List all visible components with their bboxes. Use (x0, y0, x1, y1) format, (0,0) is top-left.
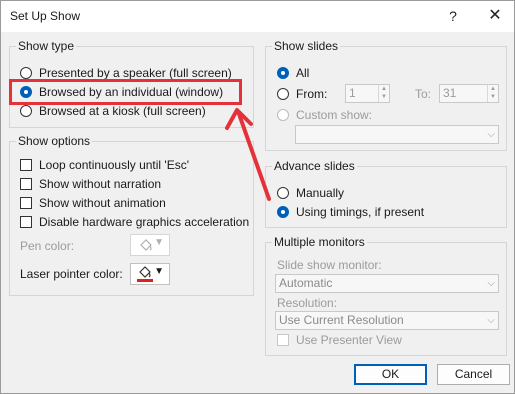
radio-selected-icon[interactable] (277, 206, 289, 218)
checkbox-label: Disable hardware graphics acceleration (39, 215, 250, 229)
to-label: To: (415, 87, 432, 101)
cancel-button[interactable]: Cancel (437, 364, 510, 385)
radio-label: Browsed at a kiosk (full screen) (39, 104, 206, 118)
chevron-down-icon: ⌵ (487, 315, 495, 326)
radio-presented-by-speaker[interactable]: Presented by a speaker (full screen) (20, 66, 232, 80)
checkbox-disable-hw-acceleration[interactable]: Disable hardware graphics acceleration (20, 215, 249, 229)
radio-all-slides[interactable]: All (277, 66, 309, 80)
radio-selected-icon[interactable] (277, 67, 289, 79)
from-slide-value: 1 (349, 86, 356, 100)
show-options-label: Show options (16, 134, 93, 148)
checkbox-label: Show without narration (39, 177, 162, 191)
resolution-value: Use Current Resolution (279, 313, 404, 327)
spin-arrows-icon[interactable]: ▲ ▼ (487, 85, 498, 102)
to-slide-input[interactable]: 31 ▲ ▼ (439, 84, 499, 103)
show-type-label: Show type (16, 39, 77, 53)
checkbox-without-narration[interactable]: Show without narration (20, 177, 161, 191)
close-icon[interactable]: ✕ (481, 5, 509, 27)
spin-arrows-icon[interactable]: ▲ ▼ (378, 85, 389, 102)
resolution-select[interactable]: Use Current Resolution ⌵ (275, 311, 499, 330)
checkbox-without-animation[interactable]: Show without animation (20, 196, 166, 210)
advance-slides-label: Advance slides (272, 159, 357, 173)
from-slide-input[interactable]: 1 ▲ ▼ (345, 84, 390, 103)
radio-icon[interactable] (277, 88, 289, 100)
checkbox-icon[interactable] (20, 216, 32, 228)
pen-color-label: Pen color: (20, 239, 75, 253)
radio-icon[interactable] (20, 105, 32, 117)
annotation-arrow-icon (225, 108, 271, 201)
checkbox-icon[interactable] (277, 334, 289, 346)
laser-pointer-color-picker[interactable]: ▼ (130, 263, 170, 285)
checkbox-label: Show without animation (39, 196, 166, 210)
chevron-down-icon: ▼ (154, 266, 164, 277)
radio-label: Manually (296, 186, 345, 200)
checkbox-icon[interactable] (20, 178, 32, 190)
show-slides-label: Show slides (272, 39, 341, 53)
checkbox-label: Loop continuously until 'Esc' (39, 158, 190, 172)
pen-color-picker[interactable]: ▼ (130, 234, 170, 256)
help-icon[interactable]: ? (439, 5, 467, 27)
multiple-monitors-label: Multiple monitors (272, 235, 367, 249)
slide-show-monitor-label: Slide show monitor: (277, 258, 382, 272)
radio-label: Custom show: (296, 108, 373, 122)
radio-label: All (296, 66, 310, 80)
custom-show-select[interactable]: ⌵ (295, 125, 499, 144)
slide-show-monitor-select[interactable]: Automatic ⌵ (275, 274, 499, 293)
dialog-title: Set Up Show (10, 9, 81, 23)
set-up-show-dialog: Set Up Show ? ✕ Show type Presented by a… (0, 0, 515, 394)
radio-using-timings[interactable]: Using timings, if present (277, 205, 424, 219)
ok-button[interactable]: OK (354, 364, 427, 385)
slide-show-monitor-value: Automatic (279, 276, 333, 290)
chevron-down-icon: ⌵ (487, 278, 495, 289)
checkbox-icon[interactable] (20, 197, 32, 209)
radio-label: From: (296, 87, 328, 101)
radio-label: Using timings, if present (296, 205, 425, 219)
checkbox-label: Use Presenter View (296, 333, 402, 347)
checkbox-loop-continuously[interactable]: Loop continuously until 'Esc' (20, 158, 189, 172)
radio-custom-show[interactable]: Custom show: (277, 108, 372, 122)
title-bar: Set Up Show ? ✕ (1, 1, 514, 32)
annotation-highlight-box (9, 79, 242, 105)
chevron-down-icon: ▼ (154, 237, 164, 248)
checkbox-use-presenter-view[interactable]: Use Presenter View (277, 333, 402, 347)
chevron-down-icon: ⌵ (487, 129, 495, 140)
checkbox-icon[interactable] (20, 159, 32, 171)
radio-label: Presented by a speaker (full screen) (39, 66, 232, 80)
radio-from-slides[interactable]: From: (277, 87, 327, 101)
radio-browsed-at-kiosk[interactable]: Browsed at a kiosk (full screen) (20, 104, 206, 118)
resolution-label: Resolution: (277, 296, 338, 310)
to-slide-value: 31 (443, 86, 457, 100)
radio-manually[interactable]: Manually (277, 186, 344, 200)
laser-pointer-color-label: Laser pointer color: (20, 267, 123, 281)
radio-icon[interactable] (20, 67, 32, 79)
